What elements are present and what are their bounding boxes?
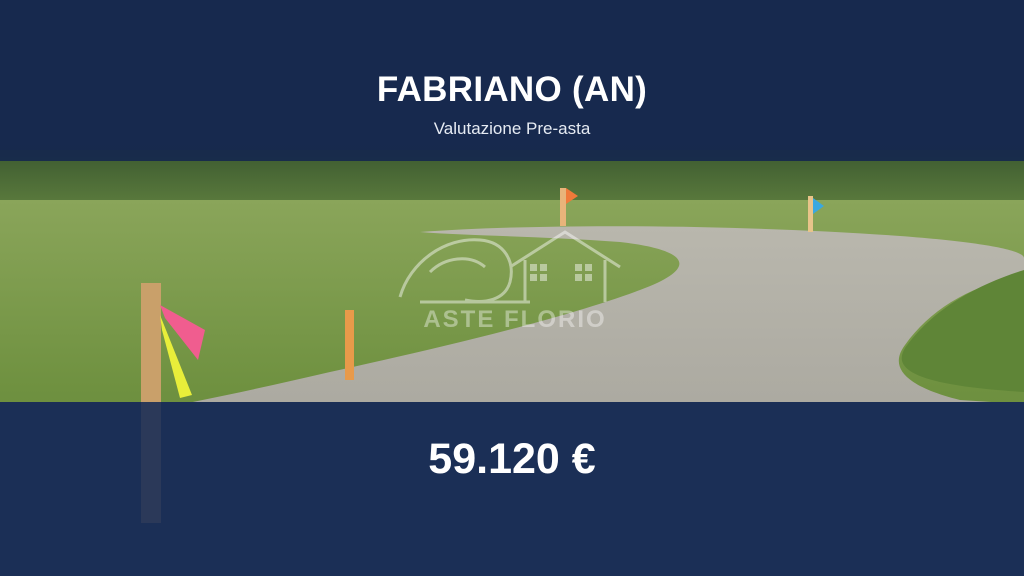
page-subtitle: Valutazione Pre-asta	[433, 119, 591, 138]
watermark-logo: ASTE FLORIO	[390, 222, 640, 340]
page-title: FABRIANO (AN)	[376, 70, 648, 109]
watermark-text: ASTE FLORIO	[423, 306, 607, 333]
price-banner	[0, 402, 1024, 576]
price-value: 59.120 €	[428, 435, 596, 483]
lion-house-icon	[398, 230, 621, 304]
